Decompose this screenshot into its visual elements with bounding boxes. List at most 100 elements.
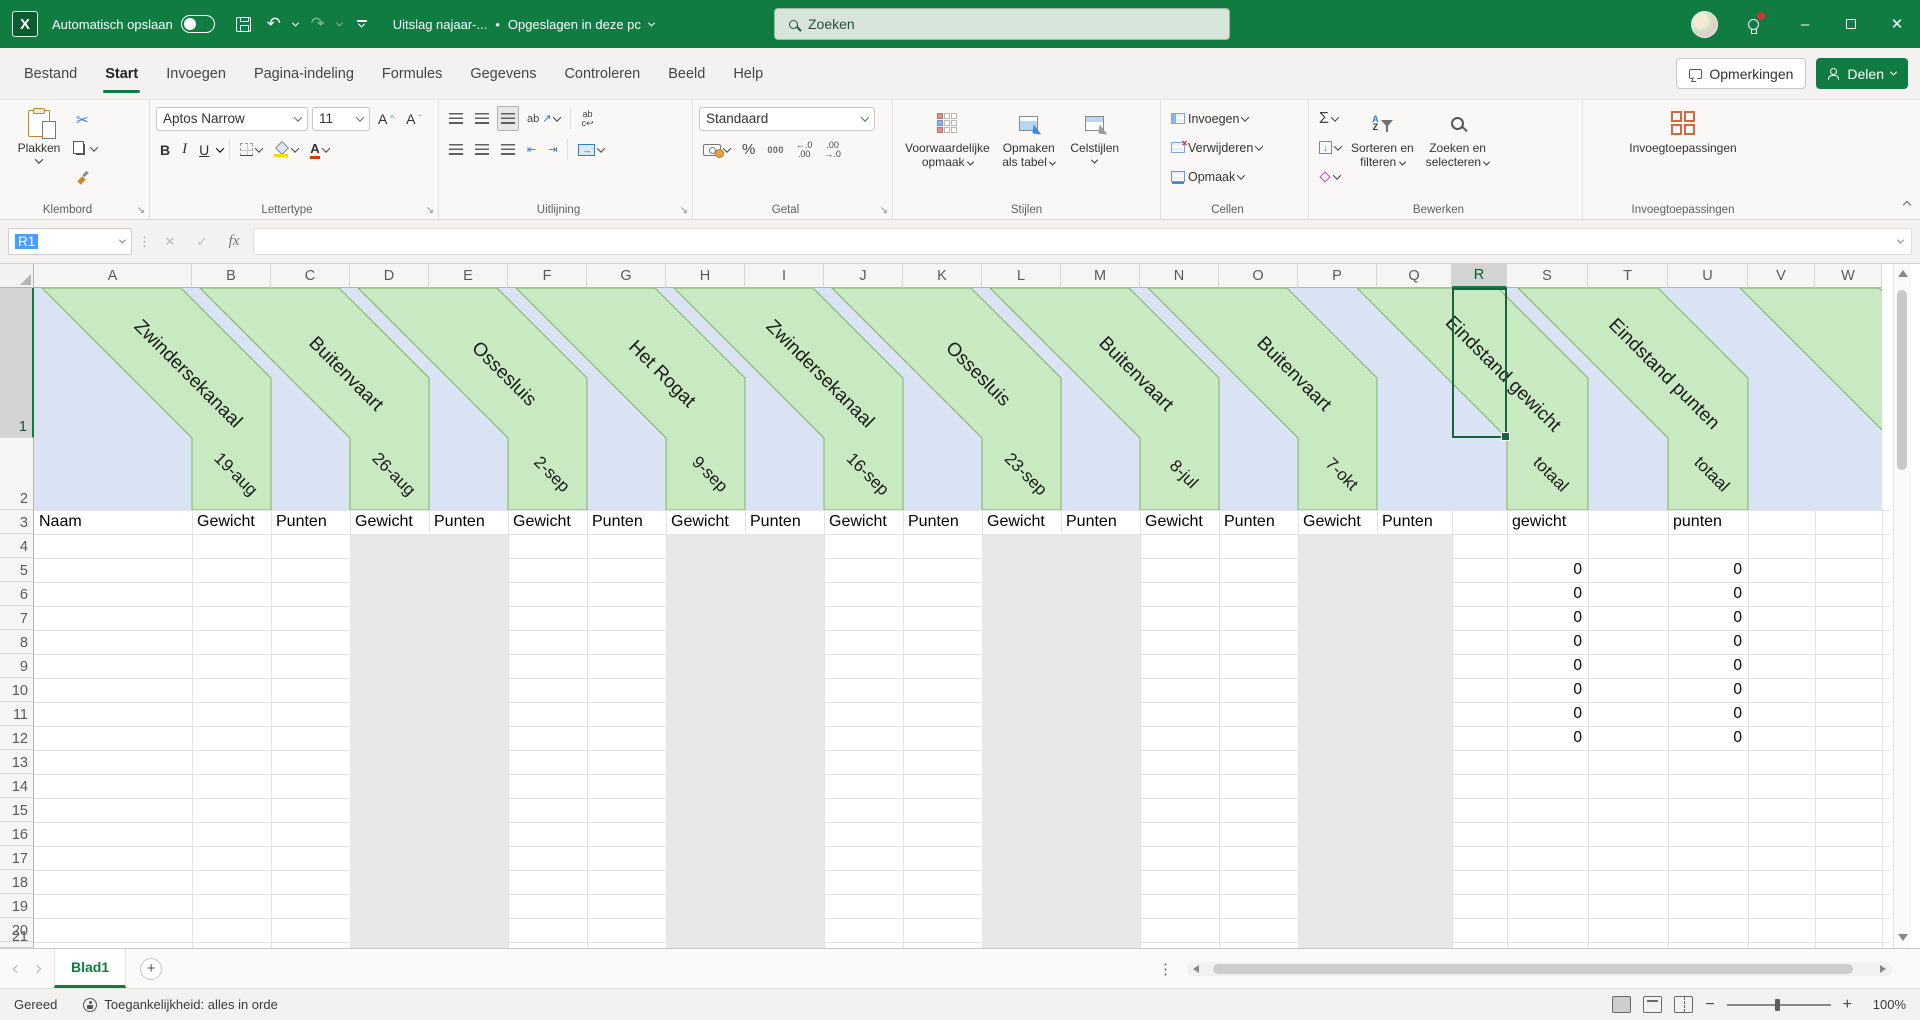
tab-bestand[interactable]: Bestand bbox=[10, 48, 91, 99]
insert-function-button[interactable]: fx bbox=[221, 229, 247, 255]
header-cell-U3[interactable]: punten bbox=[1668, 510, 1748, 534]
row-header-10[interactable]: 10 bbox=[0, 678, 34, 702]
alignment-dialog-launcher[interactable]: ↘ bbox=[680, 205, 688, 216]
tab-beeld[interactable]: Beeld bbox=[654, 48, 719, 99]
decrease-indent-button[interactable]: ⇤ bbox=[523, 137, 540, 162]
page-layout-view-button[interactable] bbox=[1643, 996, 1663, 1013]
comments-button[interactable]: Opmerkingen bbox=[1676, 58, 1807, 89]
column-header-E[interactable]: E bbox=[429, 264, 508, 288]
autosave-toggle[interactable]: Automatisch opslaan bbox=[52, 15, 215, 33]
search-input[interactable]: Zoeken bbox=[774, 8, 1230, 40]
undo-button[interactable]: ↶ bbox=[259, 9, 289, 39]
font-size-select[interactable]: 11 bbox=[312, 106, 370, 131]
header-cell-C3[interactable]: Punten bbox=[271, 510, 350, 534]
wrap-text-button[interactable]: ab c↩ bbox=[577, 106, 597, 131]
scroll-up-icon[interactable] bbox=[1898, 270, 1908, 277]
fill-button[interactable]: ↓ bbox=[1315, 135, 1345, 160]
select-all-corner[interactable] bbox=[0, 264, 34, 288]
avatar[interactable] bbox=[1691, 10, 1718, 38]
excel-app-icon[interactable]: X bbox=[12, 11, 38, 37]
row-header-19[interactable]: 19 bbox=[0, 894, 34, 918]
row-header-17[interactable]: 17 bbox=[0, 846, 34, 870]
horizontal-scroll-thumb[interactable] bbox=[1213, 963, 1853, 974]
row-header-2[interactable]: 2 bbox=[0, 438, 34, 510]
font-name-select[interactable]: Aptos Narrow bbox=[156, 106, 308, 131]
clear-button[interactable] bbox=[1315, 164, 1345, 189]
column-header-A[interactable]: A bbox=[34, 264, 192, 288]
close-button[interactable]: ✕ bbox=[1874, 0, 1920, 48]
increase-font-button[interactable]: A ^ bbox=[374, 106, 398, 131]
cell-U7[interactable]: 0 bbox=[1668, 606, 1748, 630]
column-header-L[interactable]: L bbox=[982, 264, 1061, 288]
cell-U8[interactable]: 0 bbox=[1668, 630, 1748, 654]
column-header-U[interactable]: U bbox=[1668, 264, 1748, 288]
tab-controleren[interactable]: Controleren bbox=[550, 48, 654, 99]
confirm-entry-button[interactable]: ✓ bbox=[189, 229, 215, 255]
quick-access-customize-icon[interactable] bbox=[347, 9, 377, 39]
font-dialog-launcher[interactable]: ↘ bbox=[426, 205, 434, 216]
row-header-18[interactable]: 18 bbox=[0, 870, 34, 894]
clipboard-dialog-launcher[interactable]: ↘ bbox=[137, 205, 145, 216]
tab-invoegen[interactable]: Invoegen bbox=[152, 48, 240, 99]
header-cell-J3[interactable]: Gewicht bbox=[824, 510, 903, 534]
header-cell-L3[interactable]: Gewicht bbox=[982, 510, 1061, 534]
accessibility-status[interactable]: Toegankelijkheid: alles in orde bbox=[83, 997, 278, 1012]
worksheet-grid[interactable]: A B C D E F G H I J K L M N O P Q R S T U V W 1 2 3 4 5 6 7 8 9 10 11 12 13… bbox=[0, 264, 1920, 948]
restore-button[interactable] bbox=[1828, 0, 1874, 48]
align-bottom-button[interactable] bbox=[497, 106, 519, 131]
cell-S9[interactable]: 0 bbox=[1507, 654, 1588, 678]
header-cell-M3[interactable]: Punten bbox=[1061, 510, 1140, 534]
cell-S7[interactable]: 0 bbox=[1507, 606, 1588, 630]
header-cell-G3[interactable]: Punten bbox=[587, 510, 666, 534]
column-header-H[interactable]: H bbox=[666, 264, 745, 288]
undo-dropdown[interactable] bbox=[289, 9, 303, 39]
row-header-4[interactable]: 4 bbox=[0, 534, 34, 558]
column-header-N[interactable]: N bbox=[1140, 264, 1219, 288]
cell-U10[interactable]: 0 bbox=[1668, 678, 1748, 702]
row-header-3[interactable]: 3 bbox=[0, 510, 34, 534]
align-left-button[interactable] bbox=[445, 137, 467, 162]
zoom-slider-thumb[interactable] bbox=[1774, 998, 1780, 1011]
autosum-button[interactable]: Σ bbox=[1315, 106, 1345, 131]
number-dialog-launcher[interactable]: ↘ bbox=[880, 205, 888, 216]
sort-filter-button[interactable]: AZ Sorteren en filteren bbox=[1345, 105, 1420, 170]
header-cell-H3[interactable]: Gewicht bbox=[666, 510, 745, 534]
vertical-scroll-thumb[interactable] bbox=[1897, 290, 1907, 470]
decrease-font-button[interactable]: Aˇ bbox=[402, 106, 425, 131]
tab-gegevens[interactable]: Gegevens bbox=[456, 48, 550, 99]
cell-U6[interactable]: 0 bbox=[1668, 582, 1748, 606]
row-header-9[interactable]: 9 bbox=[0, 654, 34, 678]
format-cells-button[interactable]: Opmaak bbox=[1167, 164, 1266, 189]
page-break-view-button[interactable] bbox=[1674, 996, 1694, 1013]
row-header-12[interactable]: 12 bbox=[0, 726, 34, 750]
row-header-6[interactable]: 6 bbox=[0, 582, 34, 606]
sheet-nav-right-icon[interactable] bbox=[32, 964, 42, 973]
save-button[interactable] bbox=[229, 9, 259, 39]
cell-S12[interactable]: 0 bbox=[1507, 726, 1588, 750]
underline-button[interactable]: U bbox=[195, 137, 213, 162]
collapse-ribbon-button[interactable] bbox=[1902, 195, 1912, 213]
conditional-formatting-button[interactable]: Voorwaardelijke opmaak bbox=[899, 105, 996, 169]
header-cell-Q3[interactable]: Punten bbox=[1377, 510, 1452, 534]
column-header-C[interactable]: C bbox=[271, 264, 350, 288]
column-header-V[interactable]: V bbox=[1748, 264, 1815, 288]
row-header-13[interactable]: 13 bbox=[0, 750, 34, 774]
decrease-decimal-button[interactable]: .00 →.0 bbox=[820, 137, 845, 162]
zoom-level[interactable]: 100% bbox=[1864, 997, 1906, 1012]
sheet-tab-blad1[interactable]: Blad1 bbox=[54, 949, 127, 988]
cell-styles-button[interactable]: Celstijlen bbox=[1062, 105, 1128, 164]
header-cell-P3[interactable]: Gewicht bbox=[1298, 510, 1377, 534]
thousands-format-button[interactable]: 000 bbox=[763, 137, 788, 162]
font-color-button[interactable]: A bbox=[306, 137, 332, 162]
column-header-G[interactable]: G bbox=[587, 264, 666, 288]
cell-U5[interactable]: 0 bbox=[1668, 558, 1748, 582]
column-header-K[interactable]: K bbox=[903, 264, 982, 288]
header-cell-K3[interactable]: Punten bbox=[903, 510, 982, 534]
scroll-right-icon[interactable] bbox=[1880, 965, 1886, 973]
header-cell-A3[interactable]: Naam bbox=[34, 510, 192, 534]
column-header-F[interactable]: F bbox=[508, 264, 587, 288]
row-header-8[interactable]: 8 bbox=[0, 630, 34, 654]
delete-cells-button[interactable]: Verwijderen bbox=[1167, 135, 1266, 160]
normal-view-button[interactable] bbox=[1612, 996, 1632, 1013]
row-header-16[interactable]: 16 bbox=[0, 822, 34, 846]
